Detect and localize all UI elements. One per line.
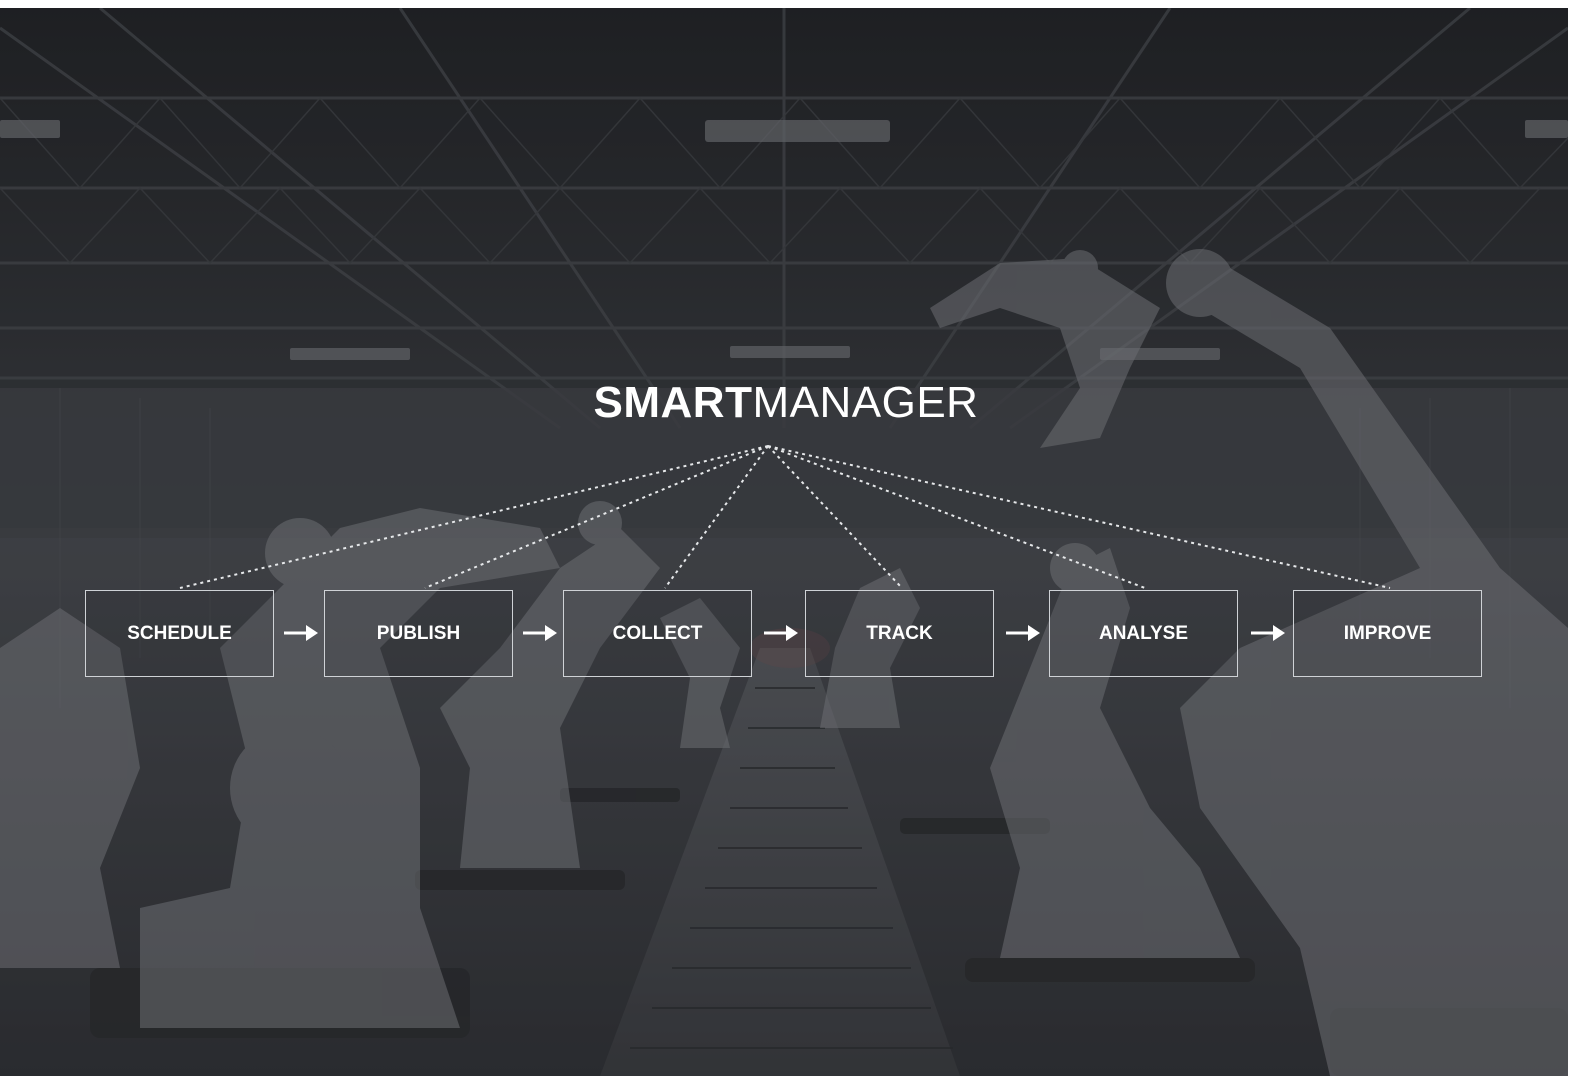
connector-lines	[179, 445, 1391, 589]
step-schedule: SCHEDULE	[85, 590, 274, 677]
step-collect: COLLECT	[563, 590, 752, 677]
step-publish: PUBLISH	[324, 590, 513, 677]
right-arrow-icon	[284, 625, 318, 641]
product-title: SMARTMANAGER	[0, 376, 1568, 430]
connector-improve	[767, 445, 1391, 589]
connector-track	[767, 445, 903, 589]
right-arrow-icon	[523, 625, 557, 641]
step-improve: IMPROVE	[1293, 590, 1482, 677]
step-track: TRACK	[805, 590, 994, 677]
connector-collect	[664, 445, 769, 589]
step-analyse: ANALYSE	[1049, 590, 1238, 677]
hero-banner: SMARTMANAGER SCHEDULE PUBLISH COLLECT TR…	[0, 8, 1568, 1076]
connector-analyse	[767, 445, 1146, 589]
right-arrow-icon	[1251, 625, 1285, 641]
right-arrow-icon	[1006, 625, 1040, 641]
connector-publish	[424, 445, 769, 589]
right-arrow-icon	[764, 625, 798, 641]
title-bold: SMART	[593, 378, 753, 427]
title-light: MANAGER	[752, 378, 979, 427]
